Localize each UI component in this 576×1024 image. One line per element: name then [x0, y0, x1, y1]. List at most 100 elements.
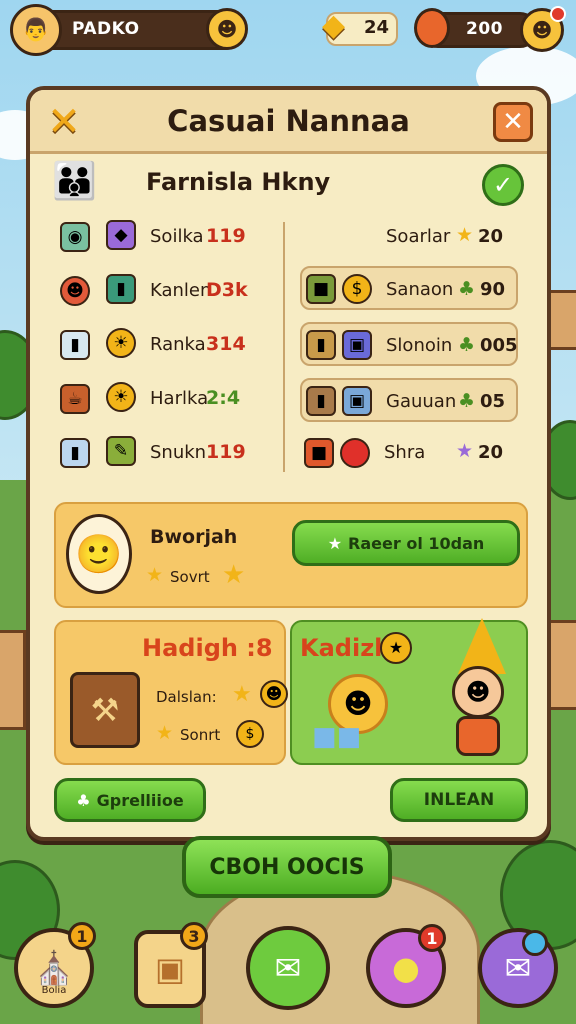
star-icon: ★	[156, 722, 174, 744]
gem-count: 24	[364, 17, 390, 38]
card-label: Slonoin	[386, 335, 453, 356]
picture-icon: ▣	[342, 386, 372, 416]
wizard-face: ☻	[452, 666, 504, 718]
main-action-label: CBOH OOCIS	[209, 854, 365, 880]
helmet-icon: ⛪	[34, 949, 74, 987]
item-value: 314	[206, 333, 246, 355]
main-panel: ✕ Casuai Nannaa ✕ 👪 Farnisla Hkny ✓ ◉ ◆ …	[26, 86, 551, 841]
book-icon: ▮	[306, 330, 336, 360]
pin-icon	[414, 8, 450, 48]
list-item[interactable]: ☕ ☀ Harlka 2:4	[60, 380, 280, 420]
teapot-icon: ☕	[60, 384, 90, 414]
promo-button[interactable]: ★ Raeer ol 10dan	[292, 520, 520, 566]
ball-icon	[340, 438, 370, 468]
left-action-label: Gprelliioe	[96, 790, 184, 810]
ticket-icon: ▮	[106, 274, 136, 304]
card-label: Sanaon	[386, 279, 454, 300]
globe-badge-icon	[522, 930, 548, 956]
cube-icon: ■	[304, 438, 334, 468]
card-value: 005	[480, 335, 518, 356]
nav-chat-button[interactable]: ✉	[246, 926, 330, 1010]
clover-icon: ♣	[458, 390, 476, 412]
event-tile-left[interactable]: Hadigh :8 ⚒ Dalslan: ★ ☻ ★ Sonrt $	[54, 620, 288, 765]
star-icon: ★	[232, 682, 252, 707]
house	[548, 620, 576, 710]
star-icon: ★	[456, 440, 474, 462]
character-avatar: 🙂	[66, 514, 132, 594]
promo-banner: 🙂 Bworjah ★ Sovrt ★ ★ Raeer ol 10dan	[54, 502, 528, 608]
item-label: Ranka	[150, 334, 206, 355]
tile-line2: Sonrt	[180, 726, 221, 744]
list-item[interactable]: ▮ ✎ Snukn 119	[60, 434, 280, 474]
sun-icon: ☀	[106, 382, 136, 412]
coin-icon: $	[236, 720, 264, 748]
left-action-button[interactable]: ♣ Gprelliioe	[54, 778, 206, 822]
gem-icon: ◆	[106, 220, 136, 250]
right-header-value: 20	[478, 226, 504, 247]
right-action-button[interactable]: INLEAN	[390, 778, 528, 822]
screen-icon: ▣	[342, 330, 372, 360]
close-button[interactable]: ✕	[493, 102, 533, 142]
brush-icon: ✎	[106, 436, 136, 466]
wizard-body	[456, 716, 500, 756]
star-icon: ★	[456, 224, 474, 246]
right-header: Soarlar ★ 20	[300, 218, 520, 258]
notification-badge: 3	[180, 922, 208, 950]
smile-icon: ☻	[260, 680, 288, 708]
panel-header: ✕ Casuai Nannaa ✕	[30, 90, 547, 154]
item-value: D3k	[206, 279, 248, 301]
speech-bubble-icon: ✉	[504, 949, 532, 987]
notification-dot	[550, 6, 566, 22]
column-divider	[283, 222, 285, 472]
smile-icon[interactable]: ☻	[206, 8, 248, 50]
chat-icon: ✉	[274, 949, 302, 987]
promo-name: Bworjah	[150, 526, 238, 548]
card-value: 90	[480, 279, 506, 300]
monster-icon: ☻	[60, 276, 90, 306]
confirm-check-button[interactable]: ✓	[482, 164, 524, 206]
tile-line1: Dalslan:	[156, 688, 217, 706]
list-item[interactable]: ▮ ☀ Ranka 314	[60, 326, 280, 366]
star-icon: ★	[327, 533, 343, 553]
speech-bubble-icon: ●	[392, 949, 420, 987]
house	[548, 290, 576, 350]
notification-badge: 1	[418, 924, 446, 952]
clover-icon: ♣	[458, 334, 476, 356]
star-icon: ★	[146, 564, 164, 586]
item-value: 119	[206, 225, 246, 247]
clover-icon: ♣	[76, 790, 91, 810]
item-label: Harlka	[150, 388, 209, 409]
player-avatar[interactable]: 👨	[10, 4, 62, 56]
panel-title: Casuai Nannaa	[167, 104, 410, 138]
main-action-button[interactable]: CBOH OOCIS	[182, 836, 392, 898]
bowl-icon: ◉	[60, 222, 90, 252]
family-name: Farnisla Hkny	[146, 168, 331, 196]
list-item[interactable]: ☻ ▮ Kanlen D3k	[60, 272, 280, 312]
item-label: Soilka	[150, 226, 204, 247]
tile-title: Kadizl	[300, 634, 383, 662]
reward-card[interactable]: ■ $ Sanaon ♣ 90	[300, 266, 518, 310]
blocks-icon: ■■	[312, 722, 362, 752]
reward-row[interactable]: ■ Shra ★ 20	[300, 434, 520, 474]
gem-icon: ◆	[322, 8, 346, 43]
nav-label: Bolia	[41, 985, 67, 996]
event-tile-right[interactable]: Kadizl ★ ☻ ■■ ☻	[290, 618, 528, 765]
crate-icon: ■	[306, 274, 336, 304]
list-item[interactable]: ◉ ◆ Soilka 119	[60, 218, 280, 258]
tube-icon: ▮	[60, 438, 90, 468]
wizard-character: ☻	[428, 618, 524, 760]
player-name: PADKO	[72, 19, 140, 39]
reward-card[interactable]: ▮ ▣ Slonoin ♣ 005	[300, 322, 518, 366]
item-label: Snukn	[150, 442, 207, 463]
promo-button-label: Raeer ol 10dan	[348, 533, 485, 553]
workbench-icon: ⚒	[70, 672, 140, 748]
top-bar: 👨 PADKO ☻ ◆ 24 200 ☻	[0, 0, 576, 64]
sun-icon: ☀	[106, 328, 136, 358]
right-header-label: Soarlar	[386, 226, 451, 247]
notification-badge: 1	[68, 922, 96, 950]
reward-card[interactable]: ▮ ▣ Gauuan ♣ 05	[300, 378, 518, 422]
right-action-label: INLEAN	[423, 790, 495, 810]
item-label: Kanlen	[150, 280, 212, 301]
row-label: Shra	[384, 442, 426, 463]
coin-count: 200	[466, 19, 503, 39]
